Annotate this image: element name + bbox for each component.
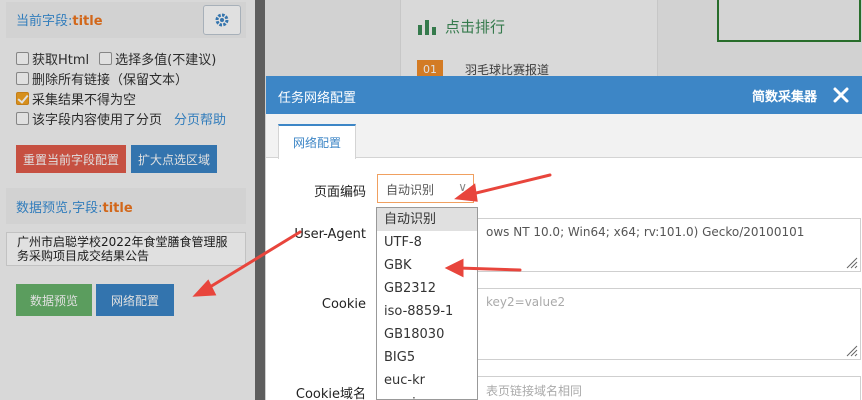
encoding-selected-value: 自动识别 (386, 183, 435, 197)
encoding-option[interactable]: GB2312 (377, 277, 477, 300)
cookie-label: Cookie (321, 297, 366, 312)
modal-tabs: 网络配置 (266, 114, 862, 159)
modal-header: 任务网络配置 简数采集器 (266, 76, 862, 114)
tab-network-config[interactable]: 网络配置 (278, 124, 356, 159)
modal-backdrop-top (265, 0, 862, 76)
encoding-label: 页面编码 (313, 185, 366, 200)
cookie-domain-label: Cookie域名 (295, 387, 366, 400)
encoding-option[interactable]: euc-jp (377, 392, 477, 399)
user-agent-label: User-Agent (294, 227, 366, 242)
resize-grip-icon[interactable] (844, 255, 858, 269)
encoding-option[interactable]: GB18030 (377, 323, 477, 346)
modal-backdrop (0, 0, 265, 400)
encoding-option[interactable]: GBK (377, 254, 477, 277)
encoding-option[interactable]: BIG5 (377, 346, 477, 369)
network-config-modal: 任务网络配置 简数采集器 网络配置 页面编码 自动识别 ∨ User-Agent… (265, 76, 862, 400)
modal-brand: 简数采集器 (751, 90, 817, 105)
close-button[interactable] (829, 83, 853, 107)
encoding-option[interactable]: UTF-8 (377, 231, 477, 254)
chevron-down-icon: ∨ (458, 180, 467, 194)
modal-title: 任务网络配置 (278, 91, 357, 106)
close-icon (833, 87, 849, 103)
encoding-dropdown: 自动识别 UTF-8 GBK GB2312 iso-8859-1 GB18030… (376, 207, 478, 400)
resize-grip-icon[interactable] (844, 343, 858, 357)
encoding-select[interactable]: 自动识别 ∨ (377, 174, 474, 203)
encoding-option[interactable]: euc-kr (377, 369, 477, 392)
encoding-option[interactable]: 自动识别 (377, 208, 477, 231)
encoding-option[interactable]: iso-8859-1 (377, 300, 477, 323)
